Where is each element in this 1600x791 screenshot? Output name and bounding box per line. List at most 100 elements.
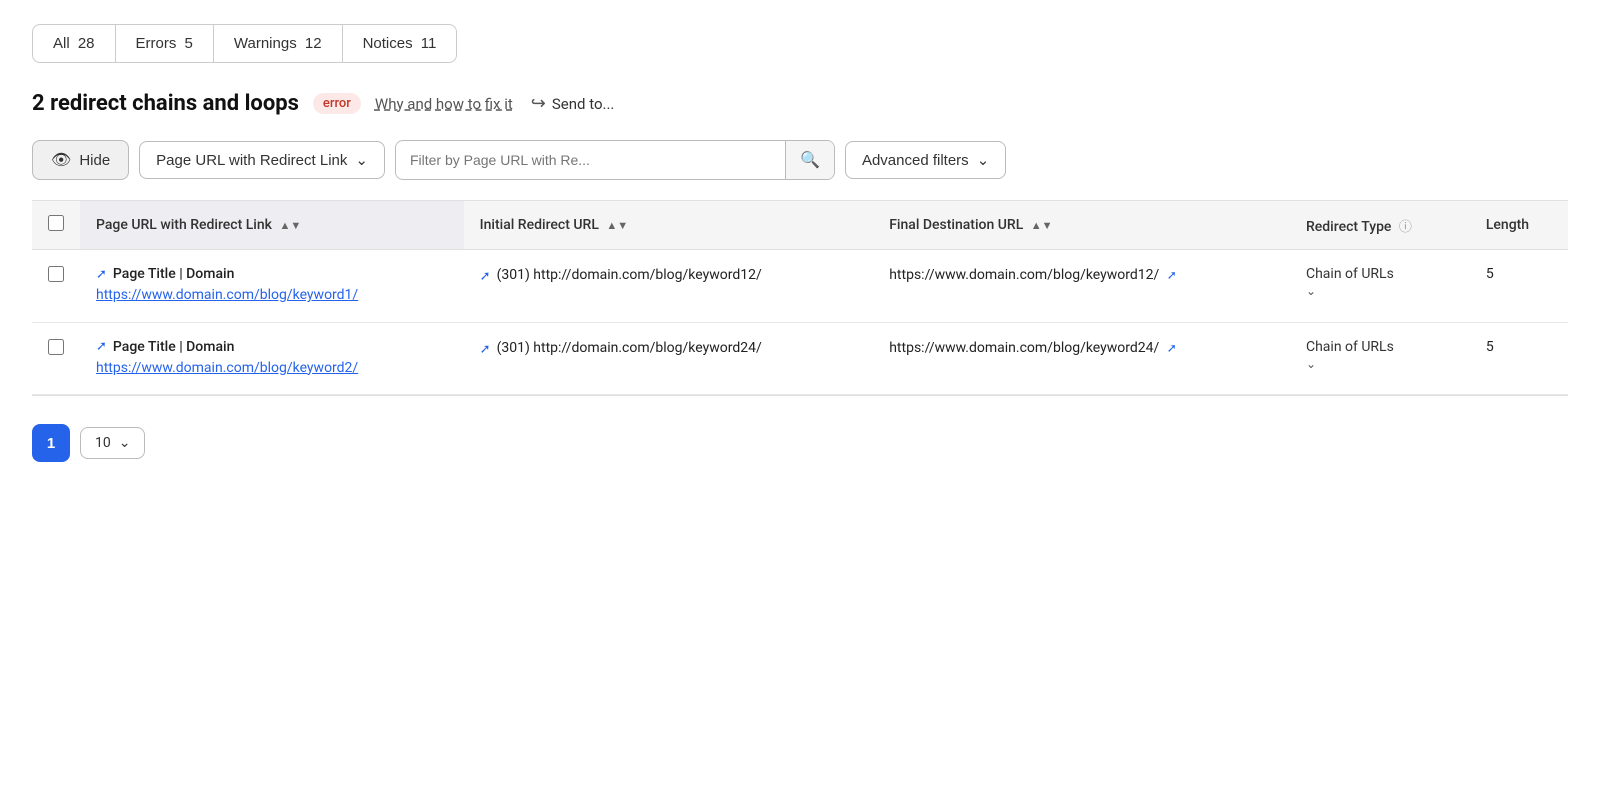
error-badge: error [313,93,361,114]
external-icon-final-0: ➚ [1167,268,1177,282]
external-icon-page-0: ➚ [96,267,107,282]
external-icon-page-1: ➚ [96,339,107,354]
chevron-down-redirect-0[interactable]: ⌄ [1306,284,1316,298]
tab-all[interactable]: All 28 [32,24,115,63]
col-final-destination-label: Final Destination URL [889,217,1023,233]
sort-icon-final: ▲▼ [1031,219,1053,232]
sort-icon-initial: ▲▼ [606,219,628,232]
final-url-1: https://www.domain.com/blog/keyword24/ ➚ [889,340,1177,356]
table-row: ➚ Page Title | Domain https://www.domain… [32,250,1568,323]
cell-page-url-1: ➚ Page Title | Domain https://www.domain… [80,322,464,395]
eye-icon: 👁 [51,150,71,170]
col-final-destination[interactable]: Final Destination URL ▲▼ [873,201,1290,250]
redirect-type-text-0: Chain of URLs [1306,266,1394,282]
table-body: ➚ Page Title | Domain https://www.domain… [32,250,1568,395]
search-input[interactable] [396,143,785,177]
cell-redirect-type-0: Chain of URLs ⌄ [1290,250,1470,323]
cell-page-url-0: ➚ Page Title | Domain https://www.domain… [80,250,464,323]
initial-redirect-wrap-0: ➚ (301) http://domain.com/blog/keyword12… [480,266,858,286]
external-icon-redirect-0: ➚ [480,268,491,286]
page-title-text-0: Page Title | Domain [113,266,234,282]
chevron-down-redirect-1[interactable]: ⌄ [1306,357,1316,371]
tab-all-count: 28 [78,35,95,52]
tab-notices[interactable]: Notices 11 [342,24,458,63]
external-icon-final-1: ➚ [1167,341,1177,355]
col-length: Length [1470,201,1568,250]
search-wrap: 🔍 [395,140,835,180]
col-redirect-type: Redirect Type ⓘ [1290,201,1470,250]
tab-all-label: All [53,35,70,52]
filter-tabs: All 28 Errors 5 Warnings 12 Notices 11 [32,24,1568,63]
col-redirect-type-label: Redirect Type [1306,219,1391,235]
table-row: ➚ Page Title | Domain https://www.domain… [32,322,1568,395]
tab-errors[interactable]: Errors 5 [115,24,213,63]
send-to-label: Send to... [552,95,615,113]
toolbar: 👁 Hide Page URL with Redirect Link ⌄ 🔍 A… [32,140,1568,180]
page-title-text-1: Page Title | Domain [113,339,234,355]
col-initial-redirect[interactable]: Initial Redirect URL ▲▼ [464,201,874,250]
page-1-label: 1 [47,435,55,452]
length-value-0: 5 [1486,266,1494,282]
table-header-row: Page URL with Redirect Link ▲▼ Initial R… [32,201,1568,250]
row-checkbox-cell-0 [32,250,80,323]
page-title-0: ➚ Page Title | Domain [96,266,448,282]
redirect-type-wrap-1: Chain of URLs ⌄ [1306,339,1454,371]
search-button[interactable]: 🔍 [785,141,834,179]
row-checkbox-0[interactable] [48,266,64,282]
row-checkbox-cell-1 [32,322,80,395]
select-all-cell [32,201,80,250]
filter-dropdown-label: Page URL with Redirect Link [156,152,347,169]
page-url-link-0[interactable]: https://www.domain.com/blog/keyword1/ [96,287,358,303]
info-icon-redirect-type[interactable]: ⓘ [1399,216,1412,235]
chevron-down-icon: ⌄ [355,151,368,169]
send-to-icon: ↪ [531,93,546,114]
advanced-filters-label: Advanced filters [862,152,969,169]
final-url-0: https://www.domain.com/blog/keyword12/ ➚ [889,267,1177,283]
per-page-value: 10 [95,435,111,451]
tab-errors-label: Errors [136,35,177,52]
issue-title: 2 redirect chains and loops [32,91,299,116]
page-1-button[interactable]: 1 [32,424,70,462]
tab-notices-label: Notices [363,35,413,52]
cell-length-0: 5 [1470,250,1568,323]
col-length-label: Length [1486,217,1529,233]
hide-label: Hide [79,152,110,169]
search-icon: 🔍 [800,152,820,169]
col-page-url[interactable]: Page URL with Redirect Link ▲▼ [80,201,464,250]
data-table: Page URL with Redirect Link ▲▼ Initial R… [32,201,1568,395]
filter-dropdown-button[interactable]: Page URL with Redirect Link ⌄ [139,141,385,179]
row-checkbox-1[interactable] [48,339,64,355]
cell-initial-redirect-1: ➚ (301) http://domain.com/blog/keyword24… [464,322,874,395]
tab-notices-count: 11 [421,35,437,52]
per-page-dropdown[interactable]: 10 ⌄ [80,427,145,459]
tab-warnings-label: Warnings [234,35,297,52]
send-to-button[interactable]: ↪ Send to... [531,93,615,114]
chevron-down-icon-advanced: ⌄ [977,151,990,169]
redirect-type-wrap-0: Chain of URLs ⌄ [1306,266,1454,298]
tab-warnings[interactable]: Warnings 12 [213,24,342,63]
length-value-1: 5 [1486,339,1494,355]
sort-icon-page-url: ▲▼ [279,219,301,232]
cell-redirect-type-1: Chain of URLs ⌄ [1290,322,1470,395]
advanced-filters-button[interactable]: Advanced filters ⌄ [845,141,1006,179]
initial-redirect-text-0: (301) http://domain.com/blog/keyword12/ [497,266,762,286]
select-all-checkbox[interactable] [48,215,64,231]
chevron-down-icon-per-page: ⌄ [119,435,131,451]
redirect-type-text-1: Chain of URLs [1306,339,1394,355]
fix-link[interactable]: Why and how to fix it [375,95,513,113]
col-initial-redirect-label: Initial Redirect URL [480,217,599,233]
cell-final-destination-1: https://www.domain.com/blog/keyword24/ ➚ [873,322,1290,395]
issue-header: 2 redirect chains and loops error Why an… [32,91,1568,116]
tab-errors-count: 5 [185,35,193,52]
pagination: 1 10 ⌄ [32,420,1568,470]
hide-button[interactable]: 👁 Hide [32,140,129,180]
tab-warnings-count: 12 [305,35,322,52]
external-icon-redirect-1: ➚ [480,341,491,359]
initial-redirect-text-1: (301) http://domain.com/blog/keyword24/ [497,339,762,359]
page-url-link-1[interactable]: https://www.domain.com/blog/keyword2/ [96,360,358,376]
cell-initial-redirect-0: ➚ (301) http://domain.com/blog/keyword12… [464,250,874,323]
page-title-1: ➚ Page Title | Domain [96,339,448,355]
cell-length-1: 5 [1470,322,1568,395]
col-page-url-label: Page URL with Redirect Link [96,217,272,233]
data-table-wrap: Page URL with Redirect Link ▲▼ Initial R… [32,200,1568,396]
